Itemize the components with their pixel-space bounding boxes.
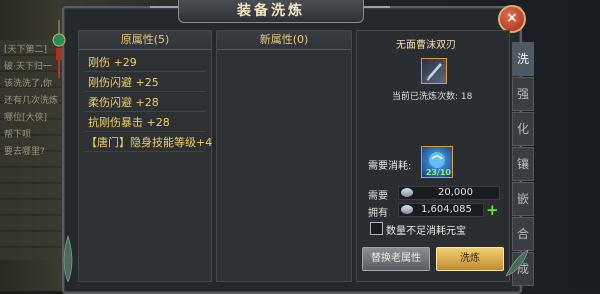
wash-count: 当前已洗炼次数: 18: [392, 92, 473, 102]
tab-strengthen-2[interactable]: 化: [512, 112, 534, 146]
divider: [84, 91, 206, 92]
tab-inlay-1[interactable]: 镶: [512, 147, 534, 181]
title-ornament-right: [362, 6, 390, 16]
attr-row: 刚伤闪避 +25: [88, 76, 159, 89]
divider: [84, 71, 206, 72]
wash-button[interactable]: 洗炼: [436, 247, 504, 271]
attr-row: 柔伤闪避 +28: [88, 96, 159, 109]
divider: [84, 111, 206, 112]
add-currency-button[interactable]: +: [486, 201, 499, 219]
original-attrs-header: 原属性(5): [79, 31, 211, 50]
blade-icon: [425, 62, 443, 82]
bg-text: 要去哪里?: [4, 147, 45, 157]
divider: [84, 151, 206, 152]
divider: [84, 131, 206, 132]
item-name: 无面曹沫双刃: [396, 40, 456, 51]
close-button[interactable]: ×: [498, 5, 526, 33]
silver-icon: [401, 205, 413, 214]
bg-text: 还有几次洗炼: [4, 96, 59, 106]
item-slot[interactable]: [421, 58, 447, 84]
consume-label: 需要消耗:: [368, 161, 412, 172]
need-label: 需要: [368, 191, 388, 202]
replace-attrs-button[interactable]: 替换老属性: [362, 247, 430, 271]
have-value: 1,604,085: [421, 204, 472, 215]
tab-strengthen-1[interactable]: 强: [512, 77, 534, 111]
attr-row: 【唐门】隐身技能等级+4: [86, 136, 213, 149]
need-value: 20,000: [438, 187, 473, 198]
use-ingot-label: 数量不足消耗元宝: [386, 226, 466, 237]
have-label: 拥有: [368, 208, 388, 219]
tab-wash[interactable]: 洗: [512, 42, 534, 76]
bg-text: 帮下呗: [4, 130, 32, 140]
title-ornament-left: [150, 6, 178, 16]
leaf-ornament-icon: [63, 234, 73, 282]
material-quantity: 23/10: [425, 168, 451, 177]
silver-icon: [401, 188, 413, 197]
new-attrs-panel: [216, 30, 352, 282]
new-attrs-header: 新属性(0): [217, 31, 351, 50]
tab-inlay-2[interactable]: 嵌: [512, 182, 534, 216]
lantern-ornament-icon: [52, 20, 66, 78]
bg-text: 哪位[大侠]: [4, 113, 48, 123]
dialog-title: 装备洗炼: [178, 0, 364, 23]
use-ingot-checkbox[interactable]: [370, 222, 383, 235]
attr-row: 抗刚伤暴击 +28: [88, 116, 170, 129]
attr-row: 刚伤 +29: [88, 56, 137, 69]
leaf-ornament-icon: [505, 249, 529, 277]
material-slot[interactable]: 23/10: [421, 146, 453, 178]
